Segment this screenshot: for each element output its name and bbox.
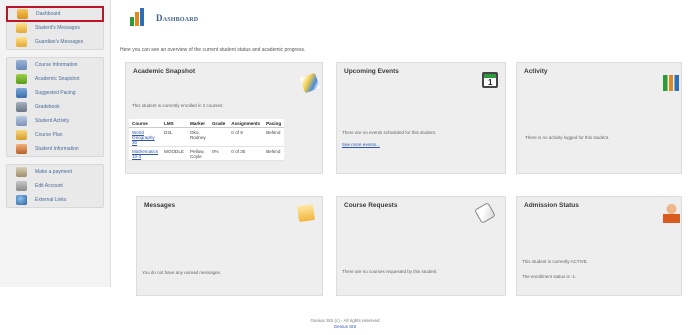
bar-chart-icon (663, 75, 679, 91)
sidebar-item-label: External Links (35, 197, 67, 203)
column-header: Marker (186, 119, 209, 128)
column-header: Assignments (228, 119, 264, 128)
messages-panel: Messages You do not have any unread mess… (136, 196, 323, 296)
snapshot-table: Course LMS Marker Grade Assignments Paci… (129, 119, 285, 161)
table-cell: MOODLE (161, 146, 187, 161)
table-cell: Oko, Rodney (186, 127, 209, 147)
sidebar-item-edit-account[interactable]: Edit Account (7, 179, 103, 193)
panel-title: Activity (524, 68, 548, 75)
sidebar-item-student-messages[interactable]: Student's Messages (7, 21, 103, 35)
pacing-icon (16, 88, 27, 98)
sidebar-item-label: Student's Messages (35, 25, 80, 31)
user-icon (16, 144, 27, 154)
chart-icon (16, 74, 27, 84)
sidebar-item-label: Academic Snapshot (35, 76, 80, 82)
panel-title: Academic Snapshot (133, 68, 196, 75)
sidebar-item-label: Gradebook (35, 104, 60, 110)
column-header: Course (129, 119, 162, 128)
sidebar-item-make-payment[interactable]: Make a payment (7, 165, 103, 179)
student-person-icon (663, 203, 680, 223)
sidebar-item-course-information[interactable]: Course Information (7, 58, 103, 72)
gradebook-icon (16, 102, 27, 112)
table-row: Mathematics 10-3 MOODLE Pellow, Coyle 0%… (129, 146, 285, 161)
table-cell: 0 of 9 (228, 127, 264, 147)
panel-title: Upcoming Events (344, 68, 399, 75)
sidebar-item-label: Edit Account (35, 183, 63, 189)
admission-status-panel: Admission Status This student is current… (516, 196, 682, 296)
sidebar-item-external-links[interactable]: External Links (7, 193, 103, 207)
activity-panel: Activity There is no activity logged for… (516, 62, 682, 174)
column-header: LMS (161, 119, 187, 128)
course-link[interactable]: World Geography 30 (129, 127, 162, 147)
admission-status-text: This student is currently ACTIVE. (522, 259, 589, 264)
lock-icon (16, 181, 27, 191)
panel-title: Admission Status (524, 202, 579, 209)
payment-icon (16, 167, 27, 177)
sidebar-item-label: Suggested Pacing (35, 90, 76, 96)
mail-icon (16, 23, 27, 33)
enrolled-text: This student is currently enrolled in 2 … (132, 103, 224, 108)
sidebar-item-label: Dashboard (36, 11, 61, 17)
messages-empty-text: You do not have any unread messages. (142, 270, 222, 275)
footer: Genius SIS (c) - All rights reserved Gen… (0, 318, 690, 330)
sidebar-item-label: Course Plan (35, 132, 63, 138)
sidebar-item-course-plan[interactable]: Course Plan (7, 128, 103, 142)
home-icon (17, 9, 28, 19)
sidebar-item-label: Student Information (35, 146, 79, 152)
sidebar-item-academic-snapshot[interactable]: Academic Snapshot (7, 72, 103, 86)
sidebar-item-suggested-pacing[interactable]: Suggested Pacing (7, 86, 103, 100)
intro-text: Here you can see an overview of the curr… (120, 47, 306, 53)
course-link[interactable]: Mathematics 10-3 (129, 146, 162, 161)
book-icon (16, 60, 27, 70)
enrollment-status-text: The enrollment status is -1. (522, 274, 577, 279)
sidebar-item-label: Guardian's Messages (35, 39, 84, 45)
panel-title: Messages (144, 202, 176, 209)
table-cell: 0% (208, 146, 229, 161)
sidebar-item-student-activity[interactable]: Student Activity (7, 114, 103, 128)
requests-empty-text: There are no courses requested by this s… (342, 269, 438, 274)
dashboard-chart-icon (130, 8, 146, 26)
panel-title: Course Requests (344, 202, 398, 209)
envelope-icon (296, 203, 316, 223)
calendar-icon (482, 72, 498, 88)
activity-empty-text: There is no activity logged for this stu… (525, 135, 610, 140)
sidebar-group-academics: Course Information Academic Snapshot Sug… (6, 57, 104, 157)
pencil-chart-icon (299, 72, 321, 94)
upcoming-events-panel: Upcoming Events There are no events sche… (336, 62, 506, 174)
sidebar-group-account: Make a payment Edit Account External Lin… (6, 164, 104, 208)
column-header: Grade (208, 119, 229, 128)
sidebar-item-student-information[interactable]: Student Information (7, 142, 103, 156)
sidebar-item-dashboard[interactable]: Dashboard (6, 6, 104, 22)
plan-icon (16, 130, 27, 140)
page-title: Dashboard (156, 13, 199, 23)
globe-icon (16, 195, 27, 205)
footer-link[interactable]: Genius SIS (0, 324, 690, 330)
table-cell: 0 of 30 (228, 146, 264, 161)
table-cell: D2L (161, 127, 187, 147)
sidebar: Dashboard Student's Messages Guardian's … (0, 0, 111, 287)
column-header: Pacing (263, 119, 285, 128)
sidebar-item-label: Student Activity (35, 118, 70, 124)
sidebar-item-guardian-messages[interactable]: Guardian's Messages (7, 35, 103, 49)
cursor-click-icon (474, 202, 496, 224)
sidebar-group-messages: Dashboard Student's Messages Guardian's … (6, 6, 104, 50)
table-cell: Behind (263, 146, 285, 161)
table-cell (208, 127, 229, 147)
table-cell: Pellow, Coyle (186, 146, 209, 161)
mail-icon (16, 37, 27, 47)
activity-icon (16, 116, 27, 126)
see-more-events-link[interactable]: See more events... (342, 142, 380, 147)
sidebar-item-label: Make a payment (35, 169, 72, 175)
course-requests-panel: Course Requests There are no courses req… (336, 196, 506, 296)
sidebar-item-label: Course Information (35, 62, 78, 68)
events-empty-text: There are no events scheduled for this s… (342, 130, 437, 135)
table-cell: Behind (263, 127, 285, 147)
sidebar-item-gradebook[interactable]: Gradebook (7, 100, 103, 114)
table-header-row: Course LMS Marker Grade Assignments Paci… (129, 119, 285, 128)
table-row: World Geography 30 D2L Oko, Rodney 0 of … (129, 127, 285, 147)
